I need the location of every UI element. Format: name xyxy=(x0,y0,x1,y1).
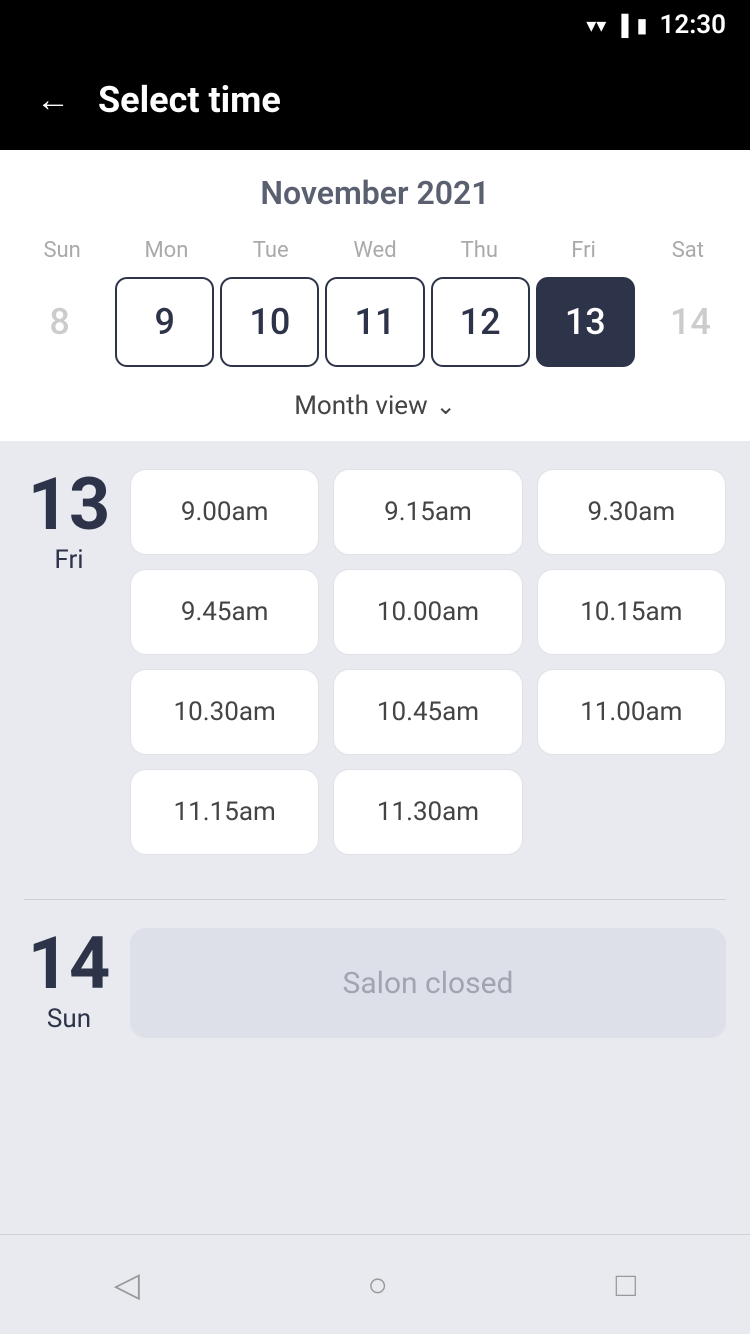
day-13-label: 13 Fri xyxy=(24,469,114,575)
signal-icon: ▐ xyxy=(614,13,628,38)
weekday-fri: Fri xyxy=(531,232,635,269)
time-slot-900am[interactable]: 9.00am xyxy=(130,469,319,555)
nav-back-button[interactable]: ◁ xyxy=(114,1265,140,1305)
day-13-section: 13 Fri 9.00am 9.15am 9.30am 9.45am 10.00… xyxy=(24,469,726,855)
salon-closed-text: Salon closed xyxy=(343,966,514,1001)
weekday-wed: Wed xyxy=(323,232,427,269)
weekday-tue: Tue xyxy=(219,232,323,269)
section-divider xyxy=(24,899,726,900)
month-title: November 2021 xyxy=(0,174,750,232)
date-cell-13[interactable]: 13 xyxy=(536,277,635,367)
weekday-mon: Mon xyxy=(114,232,218,269)
day-13-number: 13 xyxy=(28,469,111,541)
time-slot-1000am[interactable]: 10.00am xyxy=(333,569,522,655)
nav-recents-button[interactable]: □ xyxy=(616,1265,637,1305)
time-slots-grid-13: 9.00am 9.15am 9.30am 9.45am 10.00am 10.1… xyxy=(130,469,726,855)
time-slot-1030am[interactable]: 10.30am xyxy=(130,669,319,755)
day-13-name: Fri xyxy=(54,545,83,575)
date-cell-11[interactable]: 11 xyxy=(325,277,424,367)
calendar-section: November 2021 Sun Mon Tue Wed Thu Fri Sa… xyxy=(0,150,750,441)
back-button[interactable]: ← xyxy=(36,80,70,120)
app-header: ← Select time xyxy=(0,50,750,150)
status-time: 12:30 xyxy=(660,10,727,40)
day-14-number: 14 xyxy=(28,928,111,1000)
weekday-thu: Thu xyxy=(427,232,531,269)
date-cell-10[interactable]: 10 xyxy=(220,277,319,367)
nav-home-button[interactable]: ○ xyxy=(368,1265,389,1305)
weekday-sun: Sun xyxy=(10,232,114,269)
time-slot-1100am[interactable]: 11.00am xyxy=(537,669,726,755)
time-slot-1015am[interactable]: 10.15am xyxy=(537,569,726,655)
main-content: 13 Fri 9.00am 9.15am 9.30am 9.45am 10.00… xyxy=(0,441,750,1234)
chevron-down-icon: ⌄ xyxy=(436,392,456,420)
time-slot-945am[interactable]: 9.45am xyxy=(130,569,319,655)
status-icons: ▾▾ ▐ ▮ xyxy=(586,13,647,38)
salon-closed-box: Salon closed xyxy=(130,928,726,1038)
day-14-label: 14 Sun xyxy=(24,928,114,1034)
time-slot-1115am[interactable]: 11.15am xyxy=(130,769,319,855)
dates-row: 8 9 10 11 12 13 14 xyxy=(0,269,750,375)
month-view-row[interactable]: Month view ⌄ xyxy=(0,375,750,441)
status-bar: ▾▾ ▐ ▮ 12:30 xyxy=(0,0,750,50)
date-cell-9[interactable]: 9 xyxy=(115,277,214,367)
date-cell-8[interactable]: 8 xyxy=(10,277,109,367)
day-14-name: Sun xyxy=(47,1004,91,1034)
time-slot-1045am[interactable]: 10.45am xyxy=(333,669,522,755)
date-cell-14[interactable]: 14 xyxy=(641,277,740,367)
bottom-nav: ◁ ○ □ xyxy=(0,1234,750,1334)
wifi-icon: ▾▾ xyxy=(586,13,606,37)
time-slot-1130am[interactable]: 11.30am xyxy=(333,769,522,855)
date-cell-12[interactable]: 12 xyxy=(431,277,530,367)
day-14-section: 14 Sun Salon closed xyxy=(24,928,726,1038)
time-slot-915am[interactable]: 9.15am xyxy=(333,469,522,555)
weekday-sat: Sat xyxy=(636,232,740,269)
page-title: Select time xyxy=(98,79,281,121)
time-slot-930am[interactable]: 9.30am xyxy=(537,469,726,555)
month-view-label: Month view xyxy=(294,391,427,421)
weekdays-row: Sun Mon Tue Wed Thu Fri Sat xyxy=(0,232,750,269)
battery-icon: ▮ xyxy=(636,13,647,37)
